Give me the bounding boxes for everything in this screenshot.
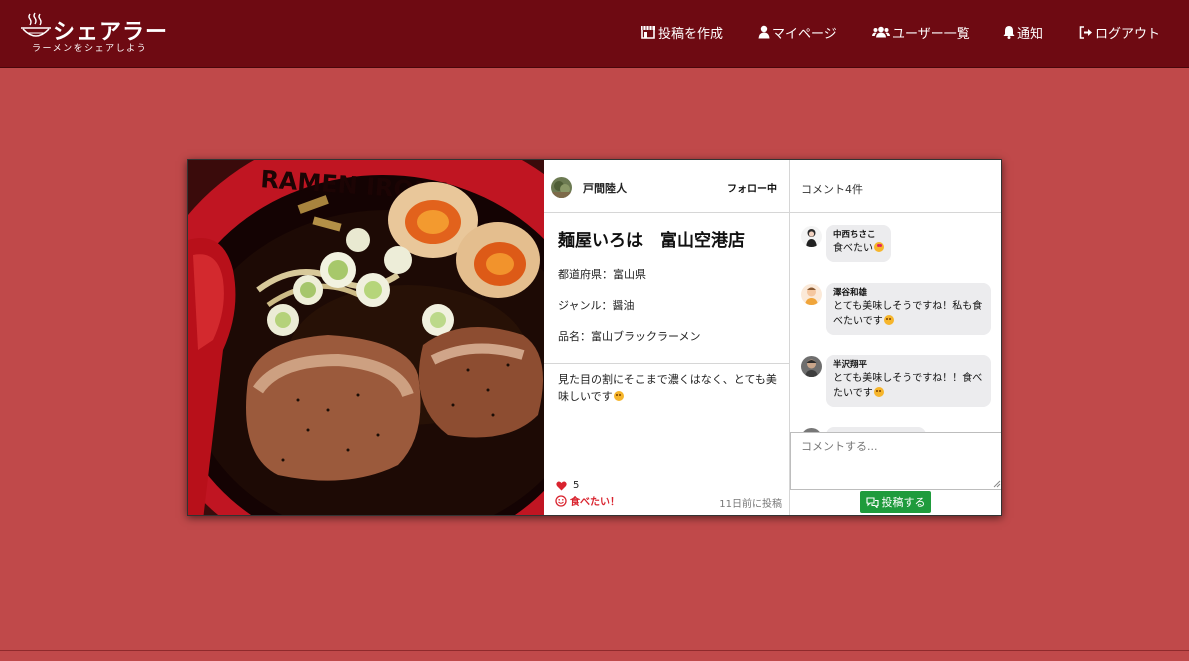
resize-grip-icon[interactable] [993, 480, 1001, 488]
post-details: 戸間陸人 フォロー中 麺屋いろは 富山空港店 都道府県：富山県 ジャンル：醤油 … [544, 160, 790, 515]
heart-icon [556, 481, 567, 490]
want-label: 食べたい！ [570, 497, 620, 508]
users-icon [872, 26, 890, 38]
likes[interactable]: 5 [556, 480, 579, 491]
shop-name: 麺屋いろは 富山空港店 [558, 231, 745, 251]
want-to-eat-button[interactable]: 食べたい！ [555, 493, 620, 508]
comment-text: とても美味しそうですね！私も食べたいです [833, 301, 983, 327]
follow-button[interactable]: フォロー中 [727, 180, 777, 195]
nav-label: マイページ [772, 26, 837, 42]
store-icon [641, 26, 655, 39]
comments-panel: コメント4件 中西ちさこ 食べたい 澤谷和雄 とても美味しそうですね！私も食べた… [790, 160, 1001, 515]
heart-eyes-emoji-icon [874, 242, 884, 252]
ramen-photo: RAMEN IROHA [188, 160, 544, 515]
post-card: RAMEN IROHA 戸間陸人 フォロー中 麺屋いろは 富山空港店 都道府県：… [187, 159, 1002, 516]
submit-label: 投稿する [881, 496, 926, 509]
submit-comment-button[interactable]: 投稿する [860, 491, 931, 513]
posted-at: 11日前に投稿 [719, 499, 782, 510]
post-body-text: 見た目の割にそこまで濃くはなく、とても美味しいです [558, 373, 777, 403]
nav-mypage[interactable]: マイページ [758, 22, 837, 42]
footer-divider [0, 650, 1189, 651]
smile-emoji-icon [883, 315, 894, 325]
comment-list[interactable]: 中西ちさこ 食べたい 澤谷和雄 とても美味しそうですね！私も食べたいです 半沢翔… [790, 213, 1001, 432]
comments-icon [865, 496, 879, 508]
comment-bubble: 半沢翔平 とても美味しそうですね！！食べたいです [826, 355, 991, 407]
sign-out-icon [1079, 25, 1092, 39]
nav-label: 投稿を作成 [658, 26, 724, 42]
comment-count: コメント4件 [790, 160, 1001, 213]
nav-label: ログアウト [1095, 26, 1161, 42]
comment-bubble: 中西ちさこ 食べたい [826, 225, 891, 262]
commenter-name[interactable]: 中西ちさこ [833, 229, 884, 241]
brand-subtitle: ラーメンをシェアしよう [32, 44, 148, 54]
smile-icon [555, 494, 567, 507]
author-name[interactable]: 戸間陸人 [583, 180, 627, 196]
divider [544, 363, 790, 364]
navbar: シェアラー ラーメンをシェアしよう 投稿を作成 マイページ ユーザー一覧 通知 … [0, 0, 1189, 68]
author-row: 戸間陸人 フォロー中 [544, 160, 790, 213]
commenter-avatar[interactable] [801, 284, 822, 305]
bell-icon [1003, 26, 1015, 39]
brand-logo[interactable]: シェアラー ラーメンをシェアしよう [20, 12, 170, 56]
author-avatar[interactable] [551, 177, 572, 198]
commenter-name[interactable]: 澤谷和雄 [833, 287, 984, 299]
commenter-name[interactable]: 半沢翔平 [833, 359, 984, 371]
commenter-avatar[interactable] [801, 226, 822, 247]
smile-emoji-icon [873, 387, 884, 397]
nav-create-post[interactable]: 投稿を作成 [640, 22, 723, 42]
nav-logout[interactable]: ログアウト [1079, 22, 1160, 42]
comment-input[interactable] [790, 432, 1001, 490]
comment-text: 食べたい [833, 243, 873, 254]
post-body: 見た目の割にそこまで濃くはなく、とても美味しいです [558, 371, 780, 405]
ramen-bowl-icon [21, 12, 51, 37]
commenter-avatar[interactable] [801, 356, 822, 377]
item-text: 品名：富山ブラックラーメン [558, 330, 701, 343]
comment-bubble: 澤谷和雄 とても美味しそうですね！私も食べたいです [826, 283, 991, 335]
prefecture-text: 都道府県：富山県 [558, 268, 646, 281]
nav-label: ユーザー一覧 [892, 26, 970, 42]
nav-notifications[interactable]: 通知 [1003, 22, 1043, 42]
genre-text: ジャンル：醤油 [558, 299, 635, 312]
user-icon [758, 25, 770, 39]
nav-users[interactable]: ユーザー一覧 [872, 22, 970, 42]
smile-emoji-icon [613, 391, 624, 401]
likes-count: 5 [573, 480, 580, 491]
comment-text: とても美味しそうですね！！食べたいです [833, 373, 983, 399]
nav-label: 通知 [1017, 26, 1044, 42]
